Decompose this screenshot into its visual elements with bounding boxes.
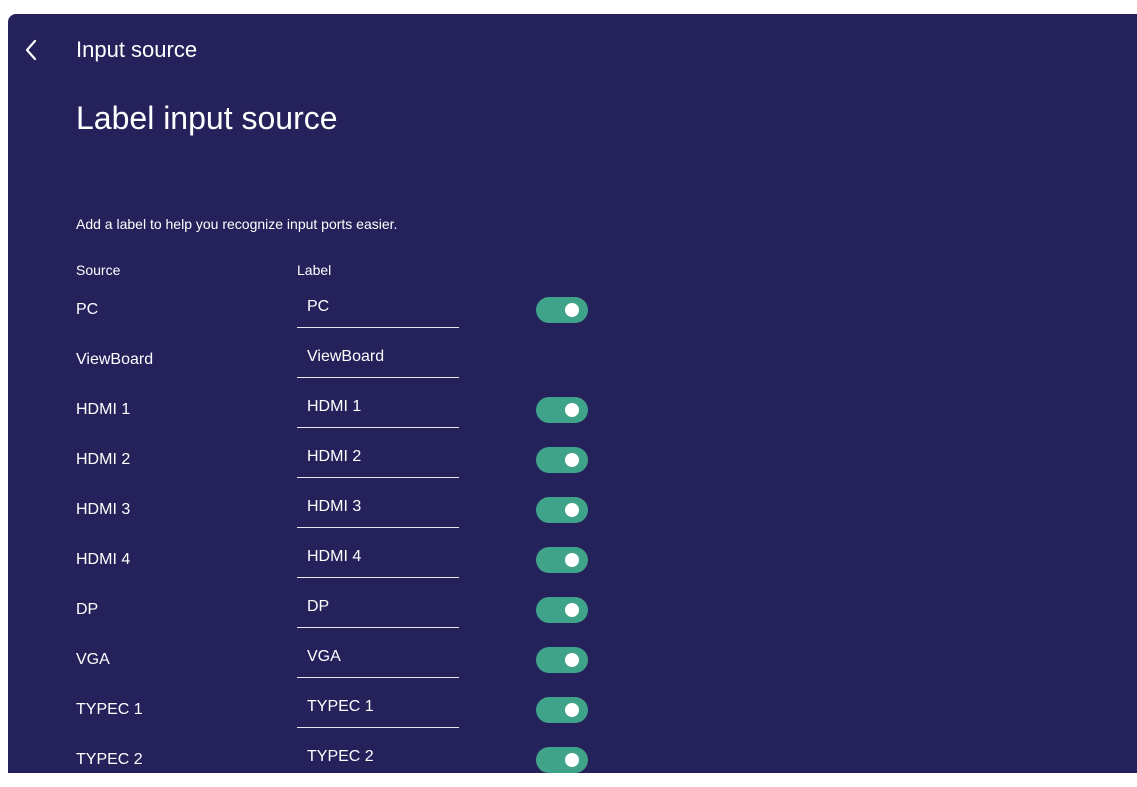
enable-toggle[interactable] <box>536 697 588 723</box>
label-input[interactable]: DP <box>297 586 459 628</box>
label-input[interactable]: HDMI 4 <box>297 536 459 578</box>
source-name: DP <box>76 601 99 618</box>
input-source-list: PC PC ViewBoard ViewBoard HDMI 1 HDMI 1 … <box>8 286 1137 773</box>
label-input[interactable]: HDMI 3 <box>297 486 459 528</box>
label-value: HDMI 2 <box>307 448 362 465</box>
label-value: DP <box>307 598 330 615</box>
source-name: TYPEC 2 <box>76 751 143 768</box>
source-row-vga: VGA VGA <box>8 636 1137 686</box>
source-row-typec-2: TYPEC 2 TYPEC 2 <box>8 736 1137 773</box>
label-value: VGA <box>307 648 341 665</box>
toggle-knob <box>565 553 579 567</box>
label-input[interactable]: PC <box>297 286 459 328</box>
source-row-hdmi-4: HDMI 4 HDMI 4 <box>8 536 1137 586</box>
enable-toggle[interactable] <box>536 547 588 573</box>
label-input[interactable]: HDMI 2 <box>297 436 459 478</box>
source-name: ViewBoard <box>76 351 154 368</box>
source-row-pc: PC PC <box>8 286 1137 336</box>
label-value: HDMI 1 <box>307 398 362 415</box>
enable-toggle[interactable] <box>536 447 588 473</box>
label-input[interactable]: VGA <box>297 636 459 678</box>
toggle-knob <box>565 303 579 317</box>
source-row-hdmi-2: HDMI 2 HDMI 2 <box>8 436 1137 486</box>
label-input[interactable]: HDMI 1 <box>297 386 459 428</box>
page-description: Add a label to help you recognize input … <box>76 216 398 232</box>
label-value: HDMI 3 <box>307 498 362 515</box>
enable-toggle[interactable] <box>536 747 588 773</box>
toggle-knob <box>565 603 579 617</box>
toggle-knob <box>565 403 579 417</box>
label-input[interactable]: TYPEC 2 <box>297 736 459 773</box>
source-row-viewboard: ViewBoard ViewBoard <box>8 336 1137 386</box>
source-name: TYPEC 1 <box>76 701 143 718</box>
chevron-left-icon <box>25 39 37 61</box>
settings-screen: Input source Label input source Add a la… <box>8 14 1137 773</box>
toggle-knob <box>565 753 579 767</box>
source-row-hdmi-1: HDMI 1 HDMI 1 <box>8 386 1137 436</box>
label-input[interactable]: TYPEC 1 <box>297 686 459 728</box>
source-name: HDMI 1 <box>76 401 131 418</box>
column-header-label: Label <box>297 262 332 278</box>
source-name: VGA <box>76 651 110 668</box>
enable-toggle[interactable] <box>536 497 588 523</box>
source-row-hdmi-3: HDMI 3 HDMI 3 <box>8 486 1137 536</box>
source-name: HDMI 3 <box>76 501 131 518</box>
label-value: PC <box>307 298 330 315</box>
toggle-knob <box>565 503 579 517</box>
enable-toggle[interactable] <box>536 647 588 673</box>
toggle-knob <box>565 653 579 667</box>
header: Input source <box>8 32 197 68</box>
label-value: ViewBoard <box>307 348 385 365</box>
source-row-dp: DP DP <box>8 586 1137 636</box>
enable-toggle[interactable] <box>536 297 588 323</box>
label-value: TYPEC 1 <box>307 698 374 715</box>
source-name: HDMI 4 <box>76 551 131 568</box>
source-name: PC <box>76 301 99 318</box>
source-row-typec-1: TYPEC 1 TYPEC 1 <box>8 686 1137 736</box>
toggle-knob <box>565 453 579 467</box>
source-name: HDMI 2 <box>76 451 131 468</box>
label-value: HDMI 4 <box>307 548 362 565</box>
enable-toggle[interactable] <box>536 597 588 623</box>
toggle-knob <box>565 703 579 717</box>
label-value: TYPEC 2 <box>307 748 374 765</box>
label-input[interactable]: ViewBoard <box>297 336 459 378</box>
enable-toggle[interactable] <box>536 397 588 423</box>
column-header-source: Source <box>76 262 121 278</box>
back-button[interactable] <box>8 32 54 68</box>
header-title: Input source <box>76 37 198 62</box>
page-title: Label input source <box>76 100 338 136</box>
